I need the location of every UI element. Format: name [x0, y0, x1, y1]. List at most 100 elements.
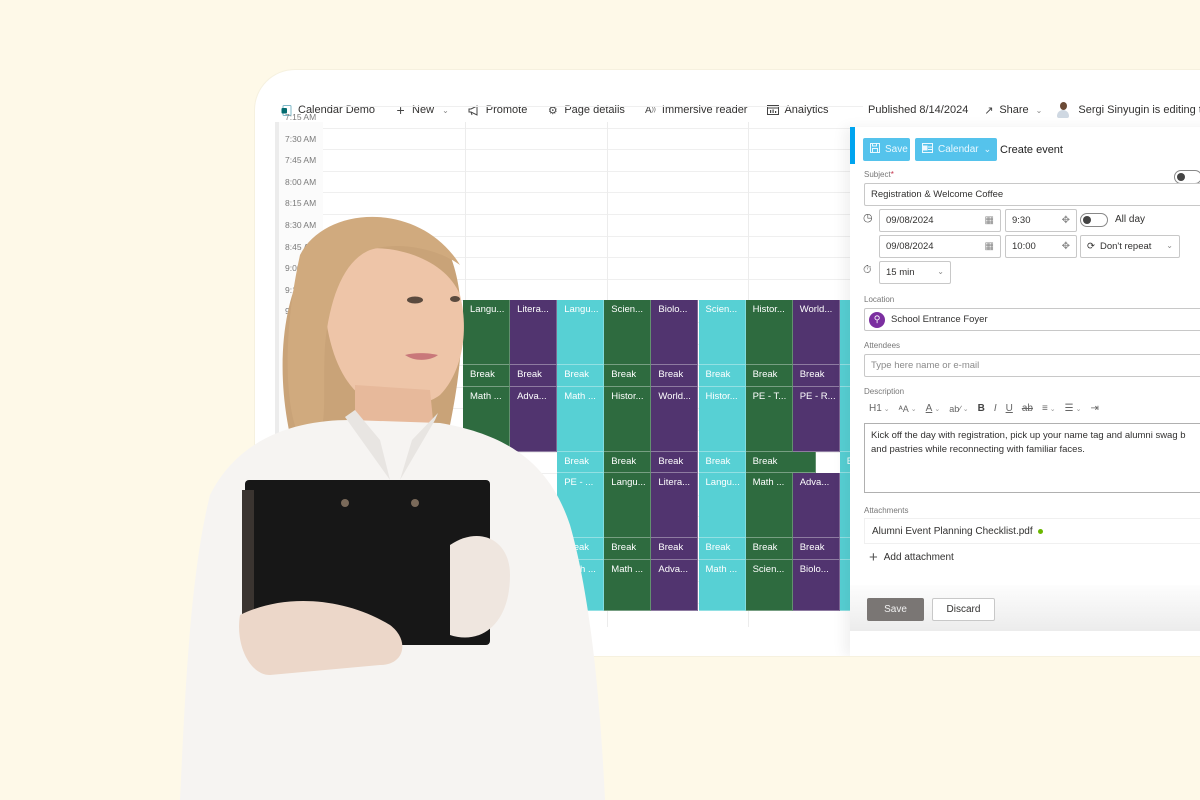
calendar-event-break[interactable]: Break [651, 365, 699, 387]
calendar-event-break[interactable]: Break [745, 538, 793, 560]
attachment-item[interactable]: Alumni Event Planning Checklist.pdf [864, 518, 1200, 544]
description-textarea[interactable]: Kick off the day with registration, pick… [864, 423, 1200, 493]
calendar-event-break[interactable]: Break [698, 365, 746, 387]
calendar-event-break[interactable]: Break [792, 538, 840, 560]
subject-input[interactable]: Registration & Welcome Coffee [864, 183, 1200, 206]
time-slot[interactable] [323, 128, 863, 150]
calendar-event[interactable]: Scien... [698, 300, 746, 366]
bold-button[interactable]: B [978, 403, 985, 414]
calendar-dropdown-button[interactable]: Calendar ⌄ [915, 138, 997, 161]
calendar-event[interactable]: Litera... [651, 473, 699, 538]
add-attachment-button[interactable]: + Add attachment [869, 549, 954, 566]
calendar-event-break[interactable]: Break [510, 365, 558, 387]
calendar-event-break[interactable]: Break [651, 538, 699, 560]
end-date-input[interactable]: 09/08/2024 ▦ [879, 235, 1001, 258]
calendar-event[interactable]: Histor... [698, 386, 746, 452]
chevron-down-icon: ⌄ [1075, 405, 1082, 413]
footer-save-button[interactable]: Save [867, 598, 924, 621]
calendar-event[interactable]: Biolo... [651, 300, 699, 366]
calendar-event[interactable]: Math ... [557, 386, 605, 452]
calendar-label: Calendar [938, 144, 979, 155]
panel-save-button[interactable]: Save [863, 138, 910, 161]
time-slot[interactable] [323, 171, 863, 193]
footer-discard-button[interactable]: Discard [932, 598, 995, 621]
calendar-event-break[interactable]: Break [698, 538, 746, 560]
calendar-event[interactable]: Math ... [745, 473, 793, 538]
calendar-event[interactable]: Adva... [651, 559, 699, 612]
calendar-event[interactable]: Histor... [745, 300, 793, 366]
calendar-event[interactable]: Litera... [510, 300, 558, 366]
share-button[interactable]: ↗ Share ⌄ [982, 104, 1042, 117]
calendar-picker-icon[interactable]: ▦ [985, 241, 994, 252]
attendees-input[interactable]: Type here name or e-mail [864, 354, 1200, 377]
calendar-event[interactable]: World... [792, 300, 840, 366]
outlook-calendar-icon [922, 143, 933, 156]
time-slot[interactable] [323, 214, 863, 236]
time-label: 10:30 AM [285, 392, 321, 403]
calendar-event[interactable]: World... [651, 386, 699, 452]
repeat-icon: ⟳ [1087, 241, 1095, 252]
time-slot[interactable] [323, 257, 863, 279]
calendar-event-break[interactable]: Break [745, 451, 817, 474]
font-color-dropdown[interactable]: A ⌄ [926, 403, 941, 414]
calendar-event[interactable]: Scien... [745, 559, 793, 612]
calendar-event[interactable]: PE - ... [557, 473, 605, 538]
calendar-event[interactable]: Math ... [604, 559, 652, 612]
published-status: Published 8/14/2024 [868, 104, 968, 116]
time-slot[interactable] [323, 106, 863, 128]
location-input[interactable]: ⚲ School Entrance Foyer [864, 308, 1200, 331]
calendar-event-break[interactable]: Break [557, 451, 605, 474]
calendar-event-break[interactable]: Break [463, 365, 511, 387]
indent-button[interactable]: ⇥ [1091, 403, 1099, 414]
list-dropdown[interactable]: ☰ ⌄ [1065, 403, 1082, 414]
start-date-input[interactable]: 09/08/2024 ▦ [879, 209, 1001, 232]
time-slot[interactable] [323, 149, 863, 171]
attachment-filename[interactable]: Alumni Event Planning Checklist.pdf [872, 526, 1033, 537]
calendar-event[interactable]: Langu... [463, 300, 511, 366]
calendar-event[interactable]: Langu... [604, 473, 652, 538]
time-slot[interactable] [323, 279, 863, 301]
strikethrough-button[interactable]: ab [1022, 403, 1033, 414]
calendar-event[interactable]: Scien... [604, 300, 652, 366]
calendar-event[interactable]: PE - R... [792, 386, 840, 452]
calendar-event-break[interactable]: Break [792, 365, 840, 387]
calendar-event[interactable]: Langu... [557, 300, 605, 366]
calendar-event[interactable]: Math ... [557, 559, 605, 612]
time-column: 7:15 AM 7:30 AM 7:45 AM 8:00 AM 8:15 AM 8:30 … [279, 112, 323, 627]
align-dropdown[interactable]: ≡ ⌄ [1042, 403, 1056, 414]
start-time-value: 9:30 [1012, 215, 1031, 226]
calendar-event[interactable]: Adva... [510, 386, 558, 452]
highlight-dropdown[interactable]: ab∕ ⌄ [949, 404, 968, 414]
calendar-event-break[interactable]: Break [557, 365, 605, 387]
calendar-event-break[interactable]: Break [604, 365, 652, 387]
calendar-event[interactable]: Adva... [792, 473, 840, 538]
subject-toggle[interactable] [1174, 170, 1200, 184]
calendar-event-break[interactable]: Break [557, 538, 605, 560]
calendar-event[interactable]: Math ... [463, 386, 511, 452]
calendar-event[interactable]: Histor... [604, 386, 652, 452]
strikethrough-icon: ab [1021, 403, 1033, 414]
time-slot[interactable] [323, 192, 863, 214]
end-time-input[interactable]: 10:00 ✥ [1005, 235, 1077, 258]
calendar-event[interactable]: Math ... [698, 559, 746, 612]
calendar-event-break[interactable]: Break [698, 451, 746, 474]
repeat-dropdown[interactable]: ⟳ Don't repeat ⌄ [1080, 235, 1180, 258]
calendar-event[interactable]: Langu... [698, 473, 746, 538]
underline-button[interactable]: U [1006, 403, 1013, 414]
reminder-dropdown[interactable]: 15 min ⌄ [879, 261, 951, 284]
font-size-dropdown[interactable]: ᴬA ⌄ [899, 404, 917, 414]
time-slot[interactable] [323, 236, 863, 258]
time-spinner-icon[interactable]: ✥ [1062, 215, 1070, 226]
calendar-event-break[interactable]: Break [651, 451, 699, 474]
calendar-event-break[interactable]: Break [604, 538, 652, 560]
calendar-event[interactable]: PE - T... [745, 386, 793, 452]
calendar-event[interactable]: Biolo... [792, 559, 840, 612]
calendar-event-break[interactable]: Break [745, 365, 793, 387]
italic-button[interactable]: I [994, 403, 997, 414]
time-spinner-icon[interactable]: ✥ [1062, 241, 1070, 252]
start-time-input[interactable]: 9:30 ✥ [1005, 209, 1077, 232]
all-day-toggle[interactable] [1080, 213, 1108, 227]
heading-dropdown[interactable]: H1 ⌄ [869, 403, 890, 414]
calendar-event-break[interactable]: Break [604, 451, 652, 474]
calendar-picker-icon[interactable]: ▦ [985, 215, 994, 226]
